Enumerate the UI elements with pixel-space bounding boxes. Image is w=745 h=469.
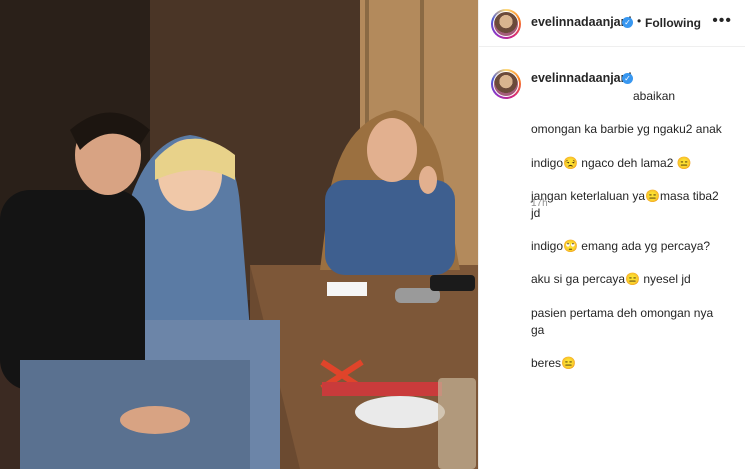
- caption-line: indigo🙄 emang ada yg percaya?: [531, 239, 711, 254]
- caption-avatar[interactable]: [491, 69, 521, 99]
- more-icon[interactable]: •••: [712, 12, 732, 30]
- photo-illustration: [0, 0, 478, 469]
- caption-line: beres😑: [531, 355, 576, 370]
- instagram-post: evelinnadaanjani ✓ • Following ••• eveli…: [0, 0, 745, 469]
- caption-line: jangan keterlaluan ya😑masa tiba2 jd: [531, 188, 719, 220]
- caption-line: omongan ka barbie yg ngaku2 anak: [531, 122, 722, 137]
- post-photo[interactable]: [0, 0, 478, 469]
- author-username[interactable]: evelinnadaanjani: [531, 15, 632, 29]
- caption-line: indigo😒 ngaco deh lama2 😑: [531, 155, 692, 170]
- author-avatar[interactable]: [491, 9, 521, 39]
- post-timestamp[interactable]: 17h: [531, 198, 548, 209]
- following-button[interactable]: Following: [645, 16, 701, 30]
- caption-line: aku si ga percaya😑 nyesel jd: [531, 272, 691, 287]
- post-header: evelinnadaanjani ✓ • Following •••: [479, 0, 745, 47]
- verified-badge-icon: ✓: [622, 17, 633, 28]
- post-sidebar: evelinnadaanjani ✓ • Following ••• eveli…: [478, 0, 745, 469]
- caption-line: abaikan: [633, 88, 676, 103]
- separator-dot: •: [637, 14, 642, 28]
- caption-line: pasien pertama deh omongan nya ga: [531, 305, 714, 337]
- caption-text: abaikan omongan ka barbie yg ngaku2 anak…: [531, 71, 727, 388]
